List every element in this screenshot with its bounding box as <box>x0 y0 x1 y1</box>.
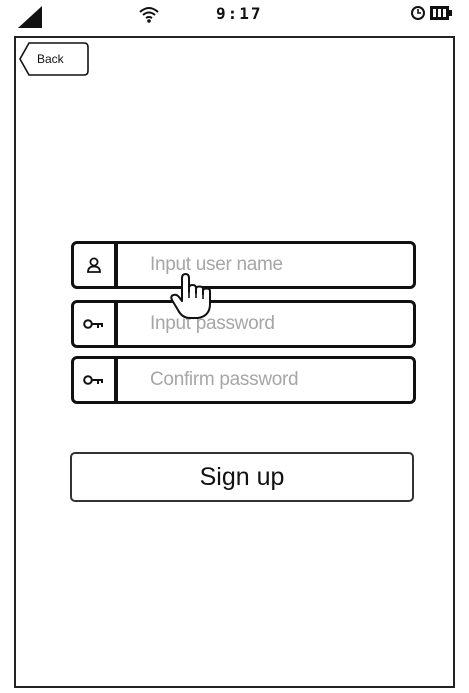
key-icon <box>83 319 103 329</box>
password-input[interactable]: Input password <box>118 313 413 335</box>
username-input[interactable]: Input user name <box>118 254 413 276</box>
back-button[interactable]: Back <box>19 42 89 76</box>
back-button-label: Back <box>37 52 64 66</box>
confirm-password-field[interactable]: Confirm password <box>71 356 416 404</box>
confirm-password-input[interactable]: Confirm password <box>118 369 413 391</box>
confirm-password-icon-cell <box>74 359 118 401</box>
wifi-icon <box>139 7 159 23</box>
status-time: 9:17 <box>216 4 263 23</box>
password-field[interactable]: Input password <box>71 300 416 348</box>
username-icon-cell <box>74 244 118 286</box>
alarm-icon <box>411 6 425 20</box>
user-icon <box>87 257 101 273</box>
status-bar: 9:17 <box>14 0 455 38</box>
signal-icon <box>18 6 42 28</box>
key-icon <box>83 375 103 385</box>
battery-icon <box>430 6 452 20</box>
signup-button[interactable]: Sign up <box>70 452 414 502</box>
hand-pointer-icon <box>170 273 211 319</box>
password-icon-cell <box>74 303 118 345</box>
signup-button-label: Sign up <box>199 462 285 491</box>
username-field[interactable]: Input user name <box>71 241 416 289</box>
